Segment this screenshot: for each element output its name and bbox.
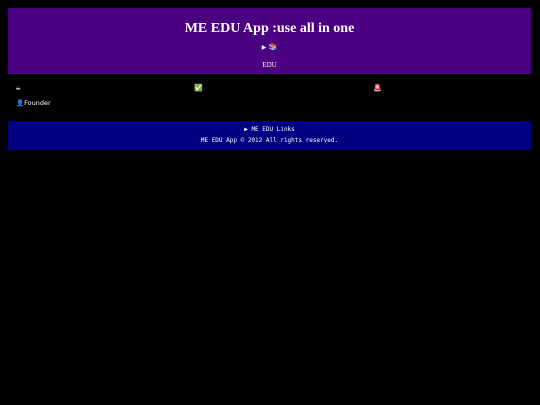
copyright-text: ME EDU App © 2012 All rights reserved.: [200, 137, 339, 144]
edu-label: EDU: [262, 61, 277, 69]
alarm-light-icon[interactable]: 🚨: [373, 84, 382, 92]
footer-links-toggle[interactable]: ▶ ME EDU Links: [8, 126, 531, 133]
check-icon[interactable]: ✅: [194, 84, 203, 92]
person-icon: 👤: [16, 99, 25, 107]
footer: ▶ ME EDU Links ME EDU App © 2012 All rig…: [8, 121, 531, 150]
footer-links-label: ME EDU Links: [251, 126, 295, 133]
books-icon: 📚: [268, 43, 278, 51]
founder-link[interactable]: 👤Founder: [16, 99, 51, 107]
triangle-right-icon: ▶: [261, 44, 267, 51]
category-toggle[interactable]: ▶ 📚: [8, 43, 531, 52]
triangle-right-icon: ▶: [244, 126, 248, 133]
coffee-icon[interactable]: ☕: [15, 84, 21, 92]
app-title: ME EDU App :use all in one: [184, 21, 355, 36]
header-banner: ME EDU App :use all in one ▶ 📚 EDU: [8, 8, 531, 74]
founder-label: Founder: [24, 99, 51, 107]
